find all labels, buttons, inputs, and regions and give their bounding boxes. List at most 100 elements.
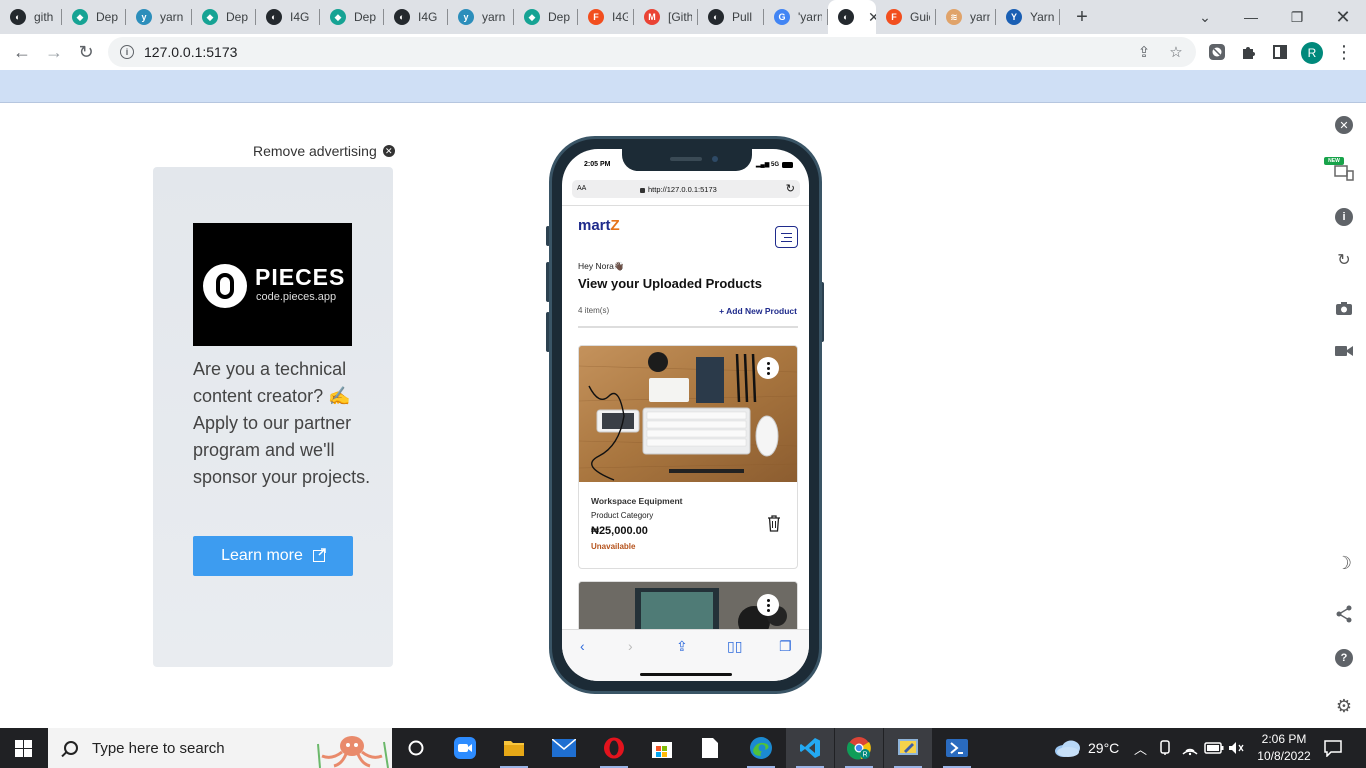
browser-tab[interactable]: G 'yarn [764, 0, 828, 34]
phone-notch [622, 149, 752, 171]
dark-mode-moon-icon[interactable]: ☽ [1334, 553, 1354, 573]
notification-center-icon[interactable] [1323, 728, 1343, 768]
restore-button[interactable]: ❐ [1274, 0, 1320, 34]
file-explorer-icon[interactable] [490, 728, 538, 768]
browser-tab[interactable]: F Guid [876, 0, 936, 34]
info-icon[interactable]: i [1334, 207, 1354, 227]
bookmark-star-icon[interactable]: ☆ [1162, 37, 1190, 67]
task-view-icon[interactable] [392, 728, 440, 768]
minimize-button[interactable]: — [1228, 0, 1274, 34]
product-options-button[interactable] [757, 594, 779, 616]
browser-tab[interactable]: ◐ gith [0, 0, 62, 34]
wifi-icon[interactable] [1181, 728, 1199, 768]
learn-more-button[interactable]: Learn more [193, 536, 353, 576]
camera-icon[interactable] [1334, 298, 1354, 318]
tab-search-chevron-icon[interactable]: ⌄ [1182, 0, 1228, 34]
tab-favicon-icon: y [136, 9, 152, 25]
ad-text: Are you a technical content creator? ✍️ … [193, 359, 371, 487]
meet-now-icon[interactable] [1158, 728, 1172, 768]
share-nodes-icon[interactable] [1334, 604, 1354, 624]
edge-browser-icon[interactable] [737, 728, 785, 768]
safari-reload-icon[interactable]: ↻ [786, 182, 795, 195]
browser-tab[interactable]: ◐ I4G [384, 0, 448, 34]
mail-app-icon[interactable] [540, 728, 588, 768]
tab-favicon-icon: ◐ [708, 9, 724, 25]
close-viewer-icon[interactable]: ✕ [1334, 115, 1354, 135]
tab-title: Yarn [1030, 10, 1054, 24]
browser-tab[interactable]: ◐ Pull [698, 0, 764, 34]
powershell-icon[interactable] [933, 728, 981, 768]
advertisement-card: PIECES code.pieces.app Are you a technic… [153, 167, 393, 667]
safari-share-icon[interactable]: ⇪ [676, 638, 688, 655]
back-arrow-icon[interactable]: ← [6, 36, 38, 68]
rotate-icon[interactable]: ↻ [1334, 250, 1354, 270]
browser-tab[interactable]: ◐1✕ [828, 0, 876, 34]
volume-muted-icon[interactable] [1228, 728, 1244, 768]
add-new-product-button[interactable]: + Add New Product [719, 306, 797, 316]
opera-browser-icon[interactable] [590, 728, 638, 768]
forward-arrow-icon[interactable]: → [38, 36, 70, 68]
safari-text-size-button[interactable]: AA [577, 185, 586, 192]
close-window-button[interactable]: ✕ [1320, 0, 1366, 34]
system-clock[interactable]: 2:06 PM 10/8/2022 [1252, 731, 1316, 765]
pieces-logo-name: PIECES [255, 264, 346, 290]
close-tab-icon[interactable]: ✕ [868, 9, 876, 26]
browser-tab[interactable]: F I4G ( [578, 0, 634, 34]
vscode-icon[interactable] [786, 728, 834, 768]
browser-tab[interactable]: Y Yarn [996, 0, 1060, 34]
browser-menu-icon[interactable]: ⋮ [1329, 36, 1359, 68]
browser-tab[interactable]: ◆ Dep [320, 0, 384, 34]
site-info-icon[interactable]: i [120, 45, 134, 59]
browser-tab[interactable]: ≋ yarn [936, 0, 996, 34]
battery-icon[interactable] [1204, 728, 1224, 768]
battery-icon [782, 161, 793, 168]
pieces-logo[interactable]: PIECES code.pieces.app [193, 223, 352, 346]
reload-icon[interactable]: ↻ [70, 36, 102, 68]
extensions-puzzle-icon[interactable] [1233, 36, 1263, 68]
windows-start-icon[interactable] [15, 740, 32, 757]
remove-advertising-link[interactable]: Remove advertising ✕ [253, 143, 395, 159]
address-bar[interactable]: i 127.0.0.1:5173 ⇪ ☆ [108, 37, 1196, 67]
tab-favicon-icon: ◆ [330, 9, 346, 25]
browser-tab[interactable]: ◐ I4G [256, 0, 320, 34]
safari-tabs-icon[interactable]: ❐ [779, 638, 792, 655]
product-card[interactable]: Workspace Equipment Product Category ₦25… [578, 345, 798, 569]
safari-back-icon[interactable]: ‹ [580, 638, 585, 654]
martz-logo[interactable]: martZ [578, 217, 620, 234]
browser-tab[interactable]: y yarn [126, 0, 192, 34]
side-panel-icon[interactable] [1265, 36, 1295, 68]
browser-tab[interactable]: ◆ Dep [62, 0, 126, 34]
safari-bookmarks-icon[interactable]: ▯▯ [727, 638, 742, 655]
share-icon[interactable]: ⇪ [1130, 37, 1158, 67]
weather-widget[interactable]: 29°C [1054, 728, 1119, 768]
delete-trash-icon[interactable] [767, 514, 781, 532]
browser-tab[interactable]: M [Gith [634, 0, 698, 34]
weather-temperature: 29°C [1088, 740, 1120, 756]
help-icon[interactable]: ? [1334, 648, 1354, 668]
search-icon [64, 741, 78, 755]
remove-advertising-label: Remove advertising [253, 143, 377, 159]
chrome-browser-icon[interactable]: R [835, 728, 883, 768]
devices-icon[interactable] [1334, 163, 1354, 183]
tray-overflow-chevron-icon[interactable]: ︿ [1134, 728, 1147, 768]
video-camera-icon[interactable] [1334, 341, 1354, 361]
hamburger-menu-button[interactable] [775, 226, 798, 248]
notepad-document-icon[interactable] [686, 728, 734, 768]
browser-tab[interactable]: ◆ Dep [192, 0, 256, 34]
browser-tab[interactable]: y yarn [448, 0, 514, 34]
browser-tab[interactable]: ◆ Dep [514, 0, 578, 34]
microsoft-store-icon[interactable] [638, 728, 686, 768]
safari-address-bar[interactable]: AA http://127.0.0.1:5173 ↻ [572, 180, 800, 198]
safari-forward-icon[interactable]: › [628, 638, 633, 654]
tab-title: [Gith [668, 10, 692, 24]
new-tab-button[interactable]: + [1066, 0, 1098, 34]
tab-favicon-icon: G [774, 9, 790, 25]
zoom-app-icon[interactable] [441, 728, 489, 768]
product-options-button[interactable] [757, 357, 779, 379]
tab-title: yarn [482, 10, 506, 24]
profile-avatar[interactable]: R [1301, 42, 1323, 64]
paint-app-icon[interactable] [884, 728, 932, 768]
extension-blocker-icon[interactable] [1202, 36, 1232, 68]
app-header-divider [562, 205, 809, 206]
settings-gear-icon[interactable]: ⚙ [1334, 696, 1354, 716]
